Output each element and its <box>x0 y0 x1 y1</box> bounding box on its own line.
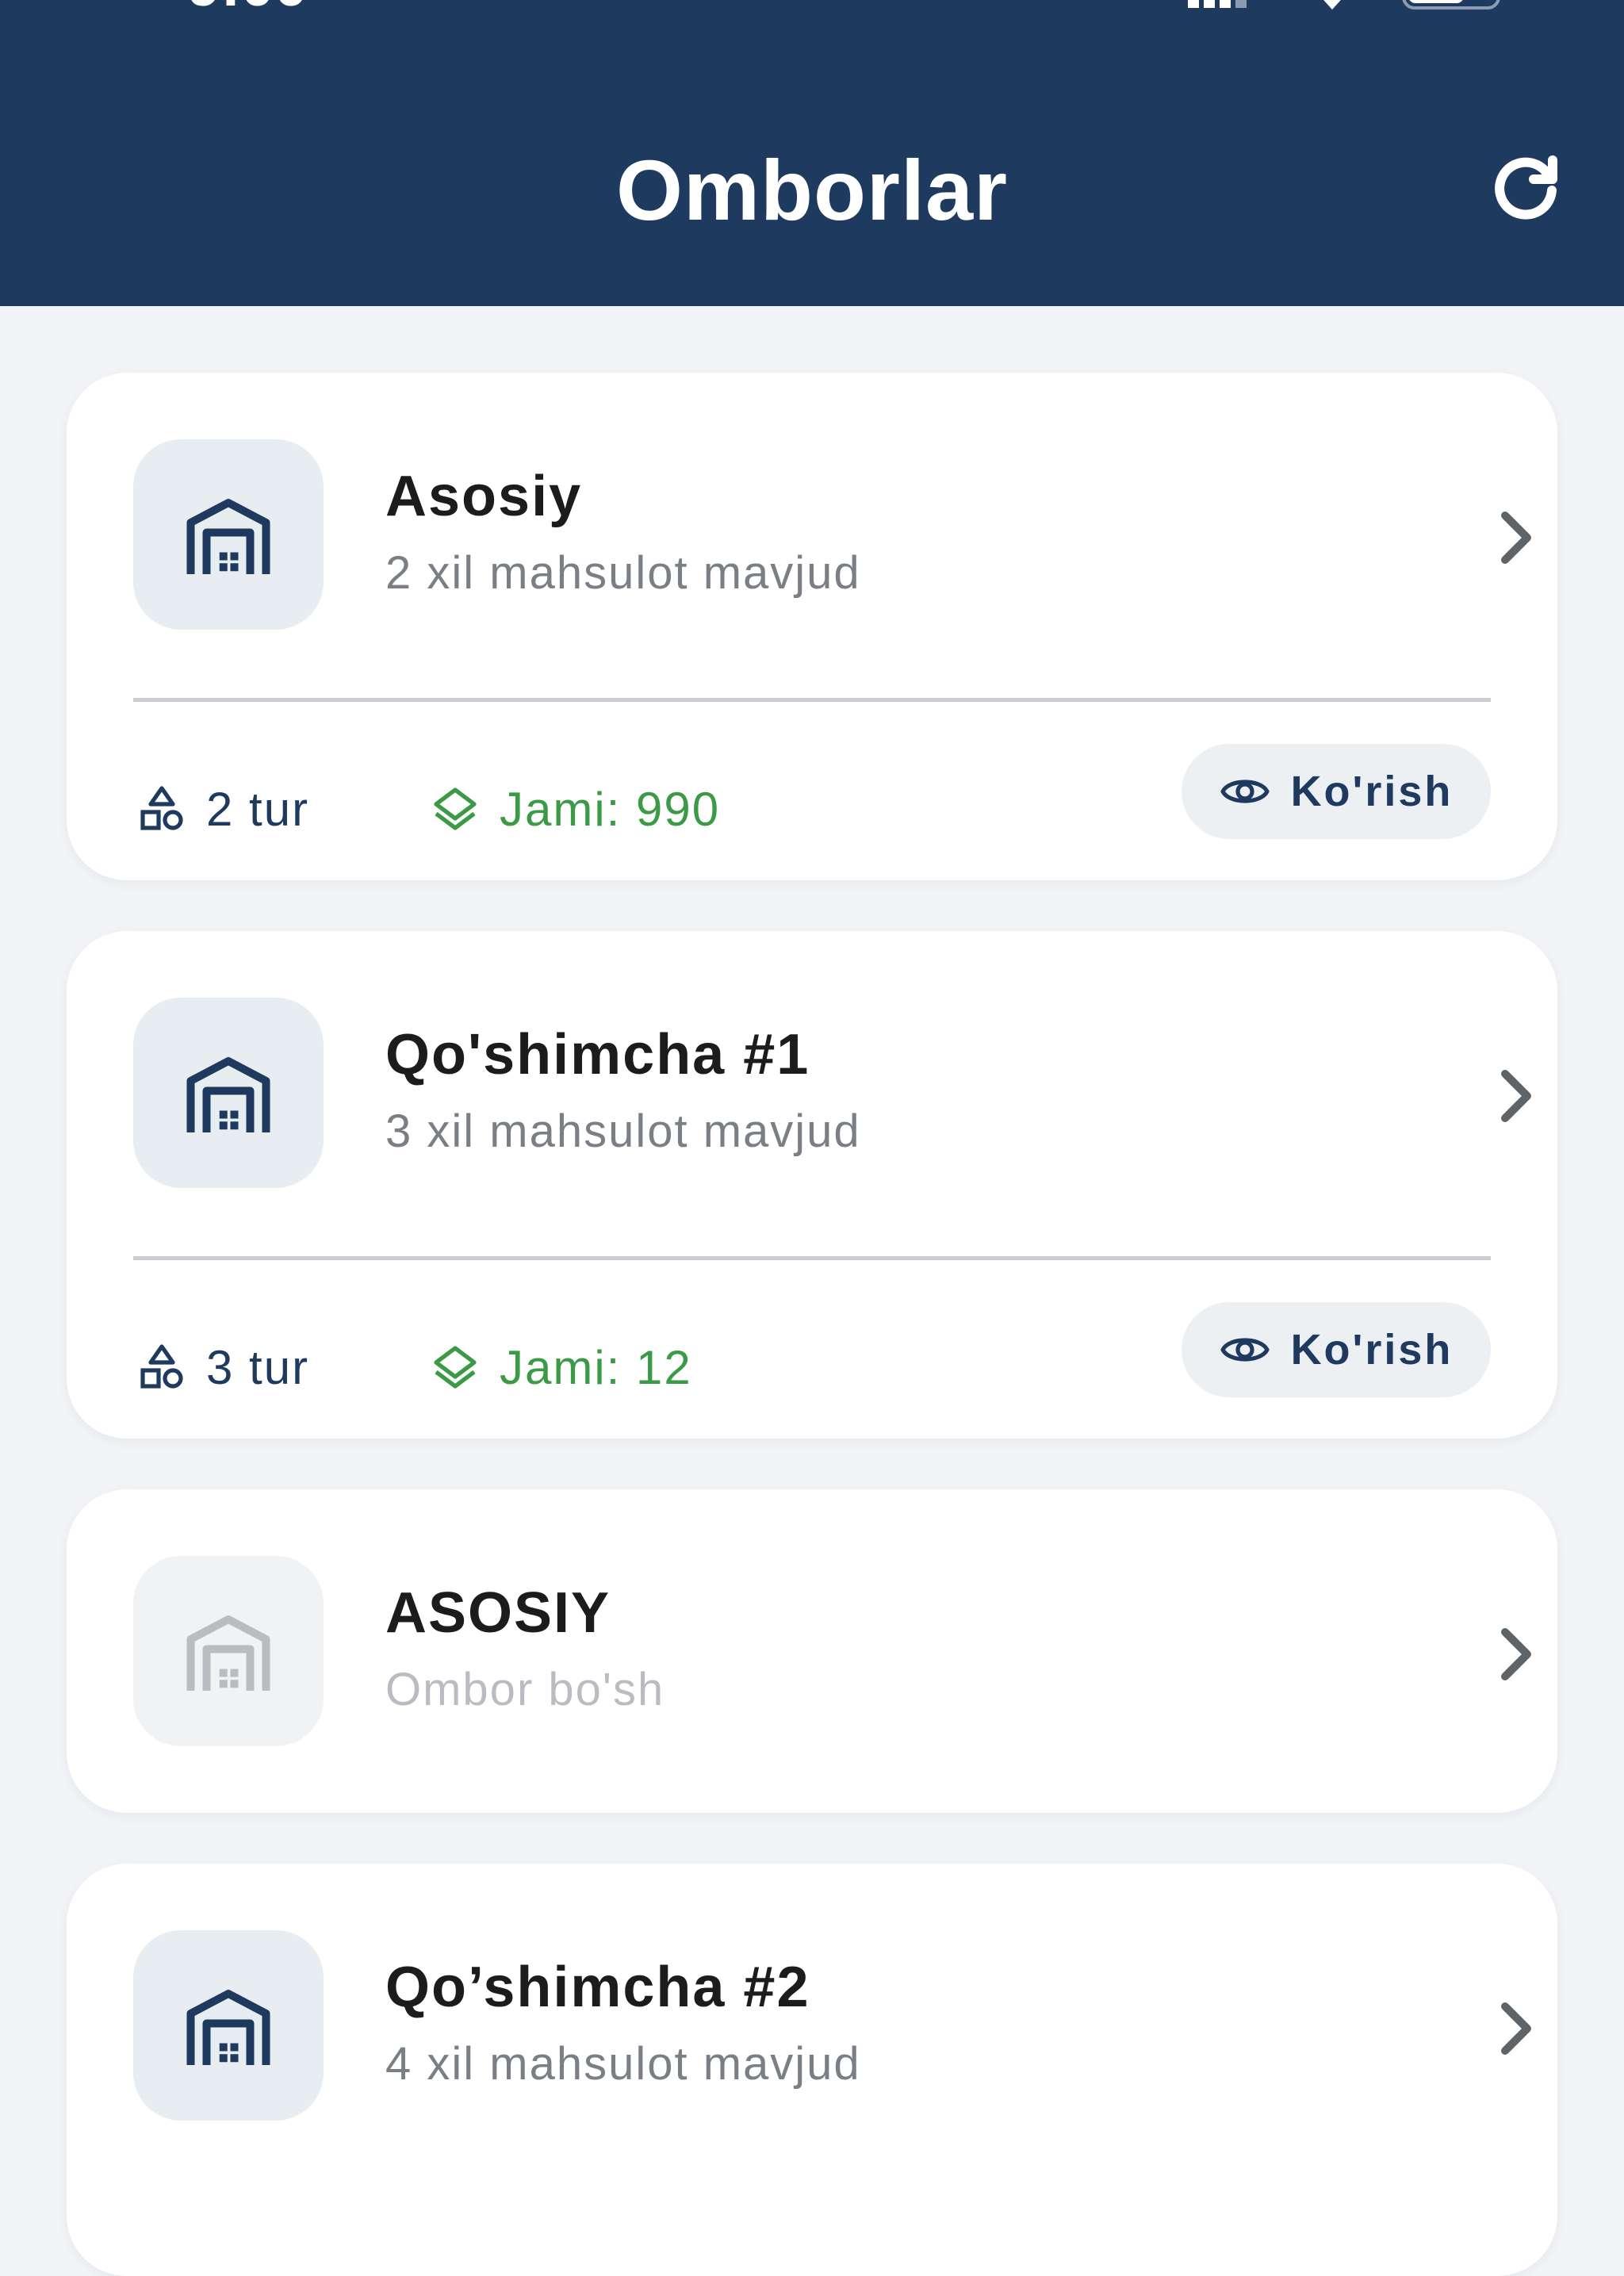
battery-icon <box>1402 0 1500 10</box>
warehouse-icon-box <box>133 1556 324 1746</box>
status-time: 9:00 <box>187 0 308 20</box>
warehouse-name: ASOSIY <box>385 1581 611 1645</box>
divider <box>133 698 1491 702</box>
warehouse-card-header[interactable]: Asosiy 2 xil mahsulot mavjud <box>67 373 1557 634</box>
shapes-icon <box>138 785 186 833</box>
refresh-button[interactable] <box>1486 151 1565 230</box>
warehouse-icon-box <box>133 998 324 1188</box>
total-value: Jami: 990 <box>500 782 721 836</box>
wifi-icon <box>1323 0 1341 10</box>
types-stat: 3 tur <box>138 1335 309 1399</box>
warehouse-subtitle: Ombor bo'sh <box>385 1664 665 1715</box>
warehouse-card: ASOSIY Ombor bo'sh <box>67 1489 1557 1813</box>
warehouse-icon-box <box>133 1930 324 2121</box>
layers-icon <box>431 1343 479 1391</box>
page-title: Omborlar <box>615 142 1009 238</box>
warehouse-icon <box>181 1978 276 2073</box>
total-stat: Jami: 12 <box>431 1335 692 1399</box>
warehouse-subtitle: 4 xil mahsulot mavjud <box>385 2038 861 2090</box>
warehouse-icon-box <box>133 439 324 630</box>
types-count: 3 tur <box>206 1340 310 1394</box>
warehouse-card: Qo’shimcha #2 4 xil mahsulot mavjud <box>67 1864 1557 2276</box>
shapes-icon <box>138 1343 186 1391</box>
warehouse-icon <box>181 1604 276 1699</box>
warehouse-icon <box>181 487 276 582</box>
layers-icon <box>431 785 479 833</box>
total-value: Jami: 12 <box>500 1340 692 1394</box>
warehouse-name: Qo'shimcha #1 <box>385 1023 810 1086</box>
total-stat: Jami: 990 <box>431 777 720 841</box>
refresh-icon <box>1495 155 1557 220</box>
warehouse-name: Asosiy <box>385 465 583 528</box>
warehouse-card-header[interactable]: ASOSIY Ombor bo'sh <box>67 1489 1557 1751</box>
types-count: 2 tur <box>206 782 310 836</box>
warehouse-subtitle: 2 xil mahsulot mavjud <box>385 547 861 599</box>
view-button-label: Ko'rish <box>1290 768 1454 815</box>
chevron-right-icon <box>1494 2000 1538 2057</box>
chevron-right-icon <box>1494 1626 1538 1683</box>
warehouse-card-header[interactable]: Qo’shimcha #2 4 xil mahsulot mavjud <box>67 1864 1557 2125</box>
view-button-label: Ko'rish <box>1290 1326 1454 1374</box>
warehouse-icon <box>181 1045 276 1140</box>
eye-icon <box>1220 1332 1270 1367</box>
warehouse-card: Qo'shimcha #1 3 xil mahsulot mavjud 3 tu… <box>67 931 1557 1439</box>
view-button[interactable]: Ko'rish <box>1182 1302 1491 1397</box>
signal-icon <box>1188 0 1247 8</box>
warehouse-name: Qo’shimcha #2 <box>385 1956 810 2019</box>
warehouse-subtitle: 3 xil mahsulot mavjud <box>385 1105 861 1157</box>
eye-icon <box>1220 774 1270 809</box>
warehouse-card-header[interactable]: Qo'shimcha #1 3 xil mahsulot mavjud <box>67 931 1557 1193</box>
warehouse-card: Asosiy 2 xil mahsulot mavjud 2 tur Jami:… <box>67 373 1557 880</box>
chevron-right-icon <box>1494 509 1538 566</box>
types-stat: 2 tur <box>138 777 309 841</box>
chevron-right-icon <box>1494 1067 1538 1125</box>
view-button[interactable]: Ko'rish <box>1182 744 1491 839</box>
divider <box>133 1256 1491 1260</box>
app-header: 9:00 Omborlar <box>0 0 1624 306</box>
